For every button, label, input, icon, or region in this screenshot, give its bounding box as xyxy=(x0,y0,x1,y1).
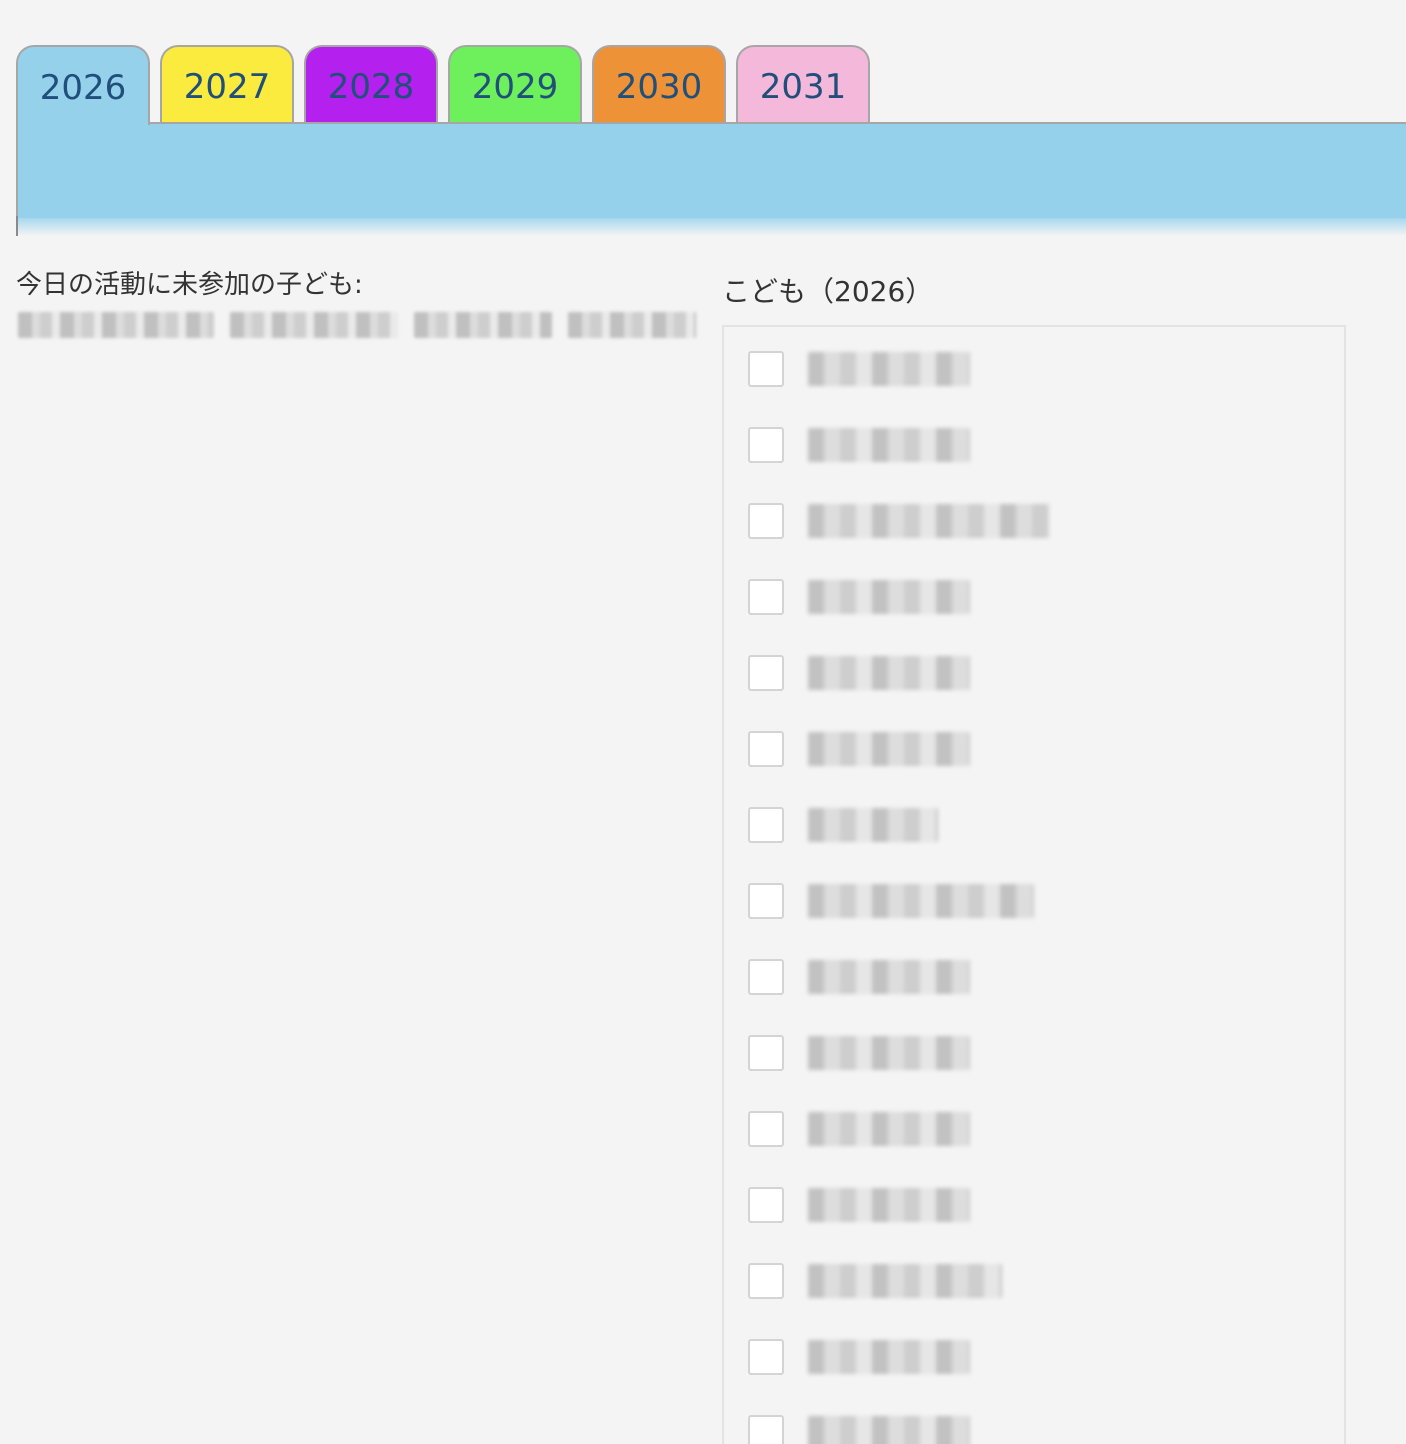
child-row xyxy=(748,1337,970,1377)
redacted-child-name xyxy=(808,428,970,462)
child-row xyxy=(748,957,970,997)
child-row xyxy=(748,1185,970,1225)
tab-2030[interactable]: 2030 xyxy=(592,45,726,123)
child-checkbox[interactable] xyxy=(748,1111,784,1147)
child-checkbox[interactable] xyxy=(748,579,784,615)
redacted-child-name xyxy=(808,884,1034,918)
redacted-child-name xyxy=(808,808,938,842)
redacted-name xyxy=(414,312,552,338)
redacted-child-name xyxy=(808,656,970,690)
child-checkbox[interactable] xyxy=(748,883,784,919)
child-row xyxy=(748,577,970,617)
child-row xyxy=(748,1033,970,1073)
redacted-name xyxy=(568,312,696,338)
redacted-child-name xyxy=(808,1264,1002,1298)
year-tabs: 2026 2027 2028 2029 2030 2031 xyxy=(16,45,1406,125)
tab-2029[interactable]: 2029 xyxy=(448,45,582,123)
tab-2028[interactable]: 2028 xyxy=(304,45,438,123)
redacted-child-name xyxy=(808,1036,970,1070)
redacted-child-name xyxy=(808,1416,970,1444)
child-row xyxy=(748,425,970,465)
child-checkbox[interactable] xyxy=(748,503,784,539)
tab-panel-fade xyxy=(18,216,1406,236)
child-row xyxy=(748,881,1034,921)
child-row xyxy=(748,349,970,389)
children-list-title: こども（2026） xyxy=(722,275,934,308)
child-checkbox[interactable] xyxy=(748,1339,784,1375)
child-checkbox[interactable] xyxy=(748,351,784,387)
redacted-name xyxy=(230,312,398,338)
child-row xyxy=(748,1261,1002,1301)
redacted-name xyxy=(18,312,214,338)
child-row xyxy=(748,729,970,769)
child-checkbox[interactable] xyxy=(748,1415,784,1444)
child-row xyxy=(748,805,938,845)
child-checkbox[interactable] xyxy=(748,655,784,691)
child-checkbox[interactable] xyxy=(748,1263,784,1299)
tab-panel xyxy=(16,122,1406,218)
redacted-child-name xyxy=(808,960,970,994)
tab-2026[interactable]: 2026 xyxy=(16,45,150,125)
child-checkbox[interactable] xyxy=(748,731,784,767)
redacted-child-name xyxy=(808,1188,970,1222)
absent-children-names xyxy=(18,310,696,340)
redacted-child-name xyxy=(808,1340,970,1374)
child-row xyxy=(748,501,1050,541)
absent-children-label: 今日の活動に未参加の子ども: xyxy=(16,270,363,300)
child-row xyxy=(748,1109,970,1149)
redacted-child-name xyxy=(808,580,970,614)
redacted-child-name xyxy=(808,732,970,766)
child-checkbox[interactable] xyxy=(748,807,784,843)
redacted-child-name xyxy=(808,352,970,386)
tab-2027[interactable]: 2027 xyxy=(160,45,294,123)
child-checkbox[interactable] xyxy=(748,1035,784,1071)
child-row xyxy=(748,653,970,693)
redacted-child-name xyxy=(808,504,1050,538)
child-checkbox[interactable] xyxy=(748,1187,784,1223)
children-checkbox-list xyxy=(722,325,1346,1444)
tab-panel-edge xyxy=(16,216,18,236)
child-checkbox[interactable] xyxy=(748,427,784,463)
child-row xyxy=(748,1413,970,1444)
tab-2031[interactable]: 2031 xyxy=(736,45,870,123)
app-root: 2026 2027 2028 2029 2030 2031 今日の活動に未参加の子ども: … xyxy=(0,0,1406,1444)
child-checkbox[interactable] xyxy=(748,959,784,995)
redacted-child-name xyxy=(808,1112,970,1146)
